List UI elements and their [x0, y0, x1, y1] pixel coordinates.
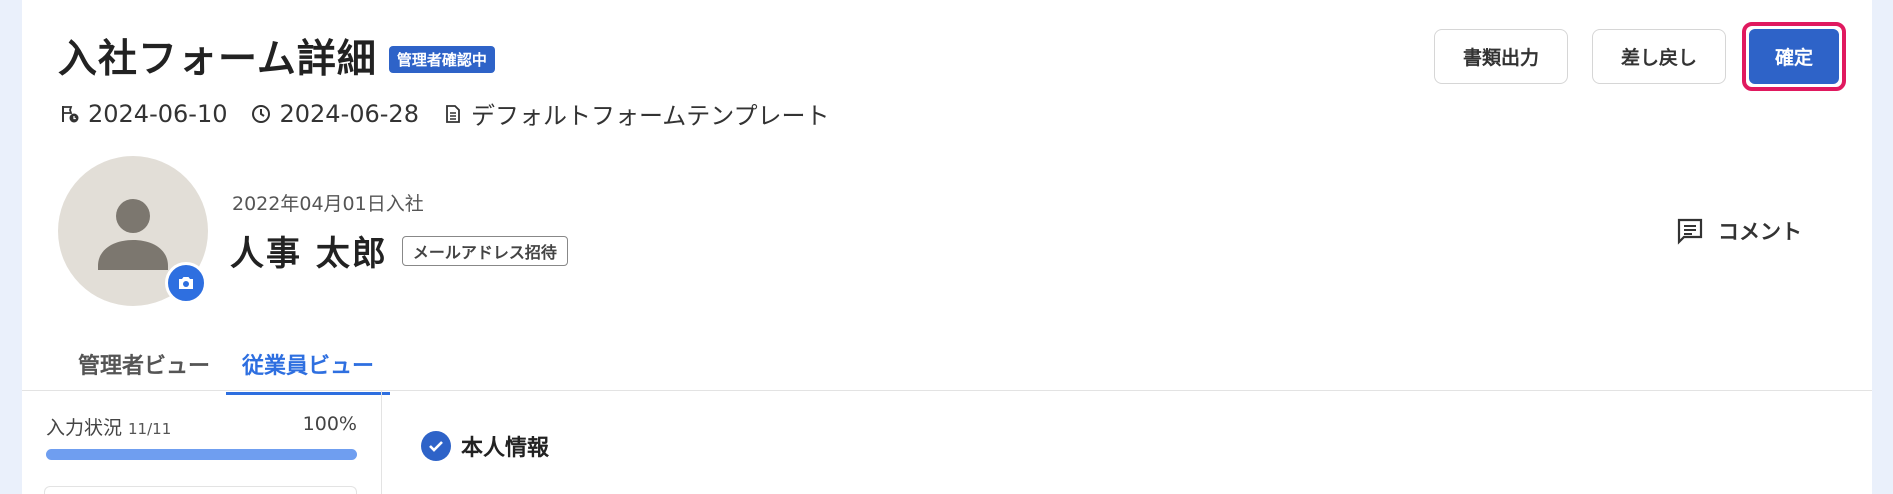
template-name-text: デフォルトフォームテンプレート: [470, 102, 830, 130]
meta-row: 2024-06-10 2024-06-28 デフォルトフォームテンプレート: [60, 96, 854, 131]
progress-count: 11/11: [128, 420, 172, 438]
send-back-button[interactable]: 差し戻し: [1592, 29, 1726, 84]
page-title: 入社フォーム詳細: [58, 37, 377, 82]
template-name: デフォルトフォームテンプレート: [443, 96, 830, 131]
export-documents-button[interactable]: 書類出力: [1434, 29, 1568, 84]
join-date: 2022年04月01日入社: [232, 193, 424, 215]
confirm-button-highlight: 確定: [1742, 22, 1846, 91]
section-list-card: [44, 486, 357, 494]
clock-icon: [252, 104, 271, 123]
progress-label: 入力状況: [46, 417, 123, 439]
flag-clock-icon: [62, 105, 79, 122]
change-photo-button[interactable]: [165, 262, 207, 304]
tab-employee-view[interactable]: 従業員ビュー: [226, 344, 391, 395]
comment-button[interactable]: コメント: [1676, 216, 1802, 246]
page: 入社フォーム詳細 管理者確認中 2024-06-10 2024-06-28 デフ…: [22, 0, 1872, 494]
progress-bar: [46, 449, 357, 460]
deadline-date-text: 2024-06-28: [279, 99, 419, 128]
submitted-date: 2024-06-10: [60, 100, 227, 128]
comment-label: コメント: [1718, 220, 1802, 244]
view-tabs: 管理者ビュー 従業員ビュー: [62, 344, 391, 395]
deadline-date: 2024-06-28: [251, 99, 419, 128]
employee-name: 人事 太郎: [230, 234, 388, 274]
progress-percent: 100%: [302, 413, 357, 435]
title-row: 入社フォーム詳細 管理者確認中: [58, 28, 495, 84]
section-title: 本人情報: [461, 436, 550, 461]
check-circle-icon: [421, 431, 451, 461]
section-header: 本人情報: [421, 430, 549, 462]
document-icon: [446, 104, 460, 123]
progress-label-group: 入力状況 11/11: [46, 413, 171, 440]
action-buttons: 書類出力 差し戻し 確定: [1434, 22, 1846, 91]
comment-icon: [1677, 218, 1703, 245]
confirm-button[interactable]: 確定: [1749, 29, 1839, 84]
tab-admin-view[interactable]: 管理者ビュー: [62, 344, 226, 395]
invite-badge: メールアドレス招待: [401, 235, 568, 266]
employee-name-row: 人事 太郎 メールアドレス招待: [230, 226, 568, 275]
status-badge: 管理者確認中: [388, 45, 495, 73]
progress-bar-fill: [46, 449, 357, 460]
camera-icon: [179, 277, 193, 289]
progress-sidebar: 入力状況 11/11 100%: [22, 391, 382, 494]
submitted-date-text: 2024-06-10: [88, 99, 228, 128]
